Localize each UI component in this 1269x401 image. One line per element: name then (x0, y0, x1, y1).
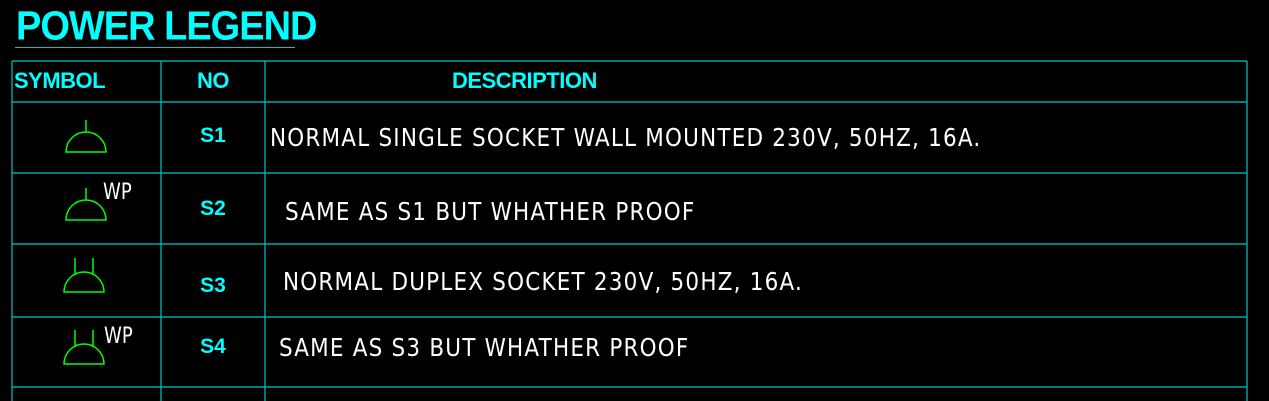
row-description: NORMAL DUPLEX SOCKET 230V, 50HZ, 16A. (283, 267, 804, 296)
row-description: SAME AS S3 BUT WHATHER PROOF (279, 333, 690, 362)
row-no: S1 (200, 124, 226, 147)
header-symbol: SYMBOL (14, 68, 106, 93)
row-no: S2 (200, 197, 226, 220)
header-description: DESCRIPTION (452, 68, 597, 93)
row-no: S4 (200, 335, 226, 358)
header-no: NO (197, 68, 230, 93)
weatherproof-tag: WP (104, 324, 133, 349)
duplex-socket-weatherproof-icon (63, 330, 105, 365)
row-description: NORMAL SINGLE SOCKET WALL MOUNTED 230V, … (270, 123, 982, 152)
row-description: SAME AS S1 BUT WHATHER PROOF (285, 197, 696, 226)
single-socket-icon (65, 120, 107, 153)
duplex-socket-icon (63, 258, 105, 293)
row-no: S3 (200, 274, 226, 297)
weatherproof-tag: WP (103, 180, 132, 205)
